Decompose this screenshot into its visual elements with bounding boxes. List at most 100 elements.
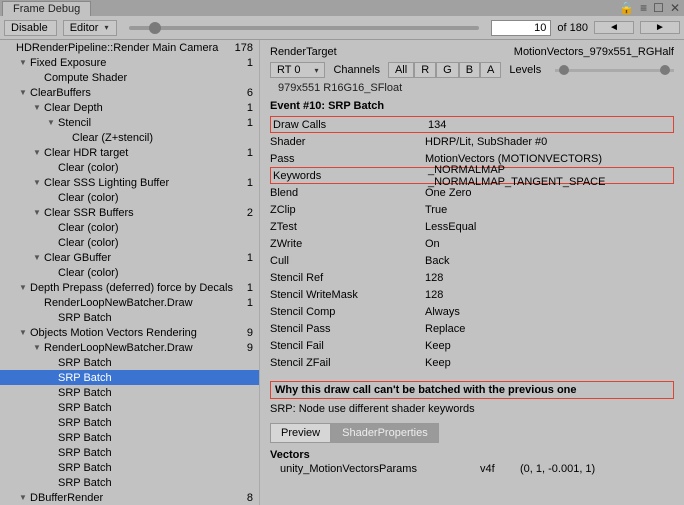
enable-toggle-button[interactable]: Disable bbox=[4, 20, 57, 36]
maximize-icon[interactable]: ☐ bbox=[653, 1, 664, 15]
expand-toggle-icon[interactable]: ▼ bbox=[18, 493, 28, 502]
tree-item[interactable]: SRP Batch bbox=[0, 385, 259, 400]
lock-icon[interactable]: 🔒 bbox=[619, 1, 634, 15]
channel-button-r[interactable]: R bbox=[414, 62, 436, 78]
mode-dropdown[interactable]: Editor ▾ bbox=[63, 20, 118, 36]
tree-item[interactable]: SRP Batch bbox=[0, 445, 259, 460]
tree-item[interactable]: SRP Batch bbox=[0, 430, 259, 445]
slider-thumb[interactable] bbox=[149, 22, 161, 34]
tree-item-label: SRP Batch bbox=[58, 417, 112, 429]
property-row: Draw Calls134 bbox=[270, 116, 674, 133]
expand-toggle-icon[interactable]: ▼ bbox=[32, 343, 42, 352]
tree-item-label: ClearBuffers bbox=[30, 87, 91, 99]
frame-input[interactable] bbox=[491, 20, 551, 36]
property-row: ShaderHDRP/Lit, SubShader #0 bbox=[270, 133, 674, 150]
tree-item-label: SRP Batch bbox=[58, 387, 112, 399]
tree-item-label: Clear (color) bbox=[58, 267, 119, 279]
tree-item[interactable]: ▼Clear GBuffer1 bbox=[0, 250, 259, 265]
expand-toggle-icon[interactable]: ▼ bbox=[32, 148, 42, 157]
menu-icon[interactable]: ≡ bbox=[640, 1, 647, 15]
channel-button-g[interactable]: G bbox=[436, 62, 459, 78]
tree-item[interactable]: HDRenderPipeline::Render Main Camera178 bbox=[0, 40, 259, 55]
tree-item[interactable]: Clear (color) bbox=[0, 160, 259, 175]
expand-toggle-icon[interactable]: ▼ bbox=[32, 208, 42, 217]
tree-item[interactable]: ▼Clear Depth1 bbox=[0, 100, 259, 115]
expand-toggle-icon[interactable]: ▼ bbox=[18, 283, 28, 292]
property-row: ZClipTrue bbox=[270, 201, 674, 218]
window-controls: 🔒 ≡ ☐ ✕ bbox=[619, 1, 682, 15]
levels-slider[interactable] bbox=[555, 69, 674, 72]
property-key: Stencil Ref bbox=[270, 272, 425, 284]
property-value: Back bbox=[425, 255, 674, 267]
tree-item[interactable]: ▼Clear SSR Buffers2 bbox=[0, 205, 259, 220]
property-key: Shader bbox=[270, 136, 425, 148]
tree-item[interactable]: Clear (color) bbox=[0, 220, 259, 235]
property-key: ZTest bbox=[270, 221, 425, 233]
frame-slider[interactable] bbox=[129, 26, 479, 30]
tree-item[interactable]: ▼RenderLoopNewBatcher.Draw9 bbox=[0, 340, 259, 355]
close-icon[interactable]: ✕ bbox=[670, 1, 680, 15]
channel-button-b[interactable]: B bbox=[459, 62, 480, 78]
expand-toggle-icon[interactable]: ▼ bbox=[32, 178, 42, 187]
enable-label: Disable bbox=[11, 22, 48, 34]
tree-item[interactable]: ▼Stencil1 bbox=[0, 115, 259, 130]
tree-item[interactable]: SRP Batch bbox=[0, 355, 259, 370]
channel-button-a[interactable]: A bbox=[480, 62, 501, 78]
property-key: ZClip bbox=[270, 204, 425, 216]
next-frame-button[interactable]: ► bbox=[640, 21, 680, 34]
tree-item[interactable]: Compute Shader bbox=[0, 70, 259, 85]
tree-item[interactable]: ▼Depth Prepass (deferred) force by Decal… bbox=[0, 280, 259, 295]
tree-item[interactable]: RenderLoopNewBatcher.Draw1 bbox=[0, 295, 259, 310]
tree-item-label: SRP Batch bbox=[58, 402, 112, 414]
property-row: Stencil WriteMask128 bbox=[270, 286, 674, 303]
tree-item[interactable]: ▼Objects Motion Vectors Rendering 9 bbox=[0, 325, 259, 340]
rt-dimensions: 979x551 R16G16_SFloat bbox=[278, 82, 674, 94]
rt-dropdown[interactable]: RT 0 ▾ bbox=[270, 62, 325, 78]
channels-label: Channels bbox=[333, 64, 379, 76]
tree-item[interactable]: ▼ClearBuffers6 bbox=[0, 85, 259, 100]
property-value: Keep bbox=[425, 357, 674, 369]
tree-item-label: Clear (color) bbox=[58, 162, 119, 174]
tree-item-count: 178 bbox=[227, 42, 253, 54]
tab-preview[interactable]: Preview bbox=[270, 423, 331, 443]
expand-toggle-icon[interactable]: ▼ bbox=[18, 58, 28, 67]
expand-toggle-icon[interactable]: ▼ bbox=[46, 118, 56, 127]
tree-item[interactable]: Clear (color) bbox=[0, 235, 259, 250]
tree-item-label: SRP Batch bbox=[58, 462, 112, 474]
event-tree[interactable]: HDRenderPipeline::Render Main Camera178▼… bbox=[0, 40, 260, 505]
tab-shaderproperties[interactable]: ShaderProperties bbox=[331, 423, 439, 443]
property-value: 134 bbox=[428, 119, 671, 131]
tree-item[interactable]: SRP Batch bbox=[0, 400, 259, 415]
expand-toggle-icon[interactable]: ▼ bbox=[32, 103, 42, 112]
tree-item-label: Depth Prepass (deferred) force by Decals bbox=[30, 282, 233, 294]
expand-toggle-icon[interactable]: ▼ bbox=[32, 253, 42, 262]
tree-item[interactable]: ▼Fixed Exposure1 bbox=[0, 55, 259, 70]
tree-item[interactable]: ▼Clear SSS Lighting Buffer1 bbox=[0, 175, 259, 190]
tree-item[interactable]: Clear (color) bbox=[0, 265, 259, 280]
tree-item[interactable]: ▼Clear HDR target1 bbox=[0, 145, 259, 160]
window-tab[interactable]: Frame Debug bbox=[2, 1, 91, 16]
tree-item-label: Objects Motion Vectors Rendering bbox=[30, 327, 197, 339]
property-row: ZTestLessEqual bbox=[270, 218, 674, 235]
expand-toggle-icon[interactable]: ▼ bbox=[18, 88, 28, 97]
render-target-value: MotionVectors_979x551_RGHalf bbox=[514, 46, 674, 58]
property-row: Stencil FailKeep bbox=[270, 337, 674, 354]
tree-item[interactable]: SRP Batch bbox=[0, 415, 259, 430]
tree-item[interactable]: SRP Batch bbox=[0, 460, 259, 475]
tree-item-count: 9 bbox=[239, 327, 253, 339]
property-key: Cull bbox=[270, 255, 425, 267]
prev-frame-button[interactable]: ◄ bbox=[594, 21, 634, 34]
chevron-down-icon: ▾ bbox=[314, 66, 318, 75]
property-row: ZWriteOn bbox=[270, 235, 674, 252]
tree-item[interactable]: SRP Batch bbox=[0, 370, 259, 385]
tree-item[interactable]: SRP Batch bbox=[0, 475, 259, 490]
channel-buttons: AllRGBA bbox=[388, 62, 501, 78]
channel-button-all[interactable]: All bbox=[388, 62, 414, 78]
tree-item[interactable]: Clear (color) bbox=[0, 190, 259, 205]
expand-toggle-icon[interactable]: ▼ bbox=[18, 328, 28, 337]
tree-item-count: 1 bbox=[239, 147, 253, 159]
tree-item-count: 1 bbox=[239, 117, 253, 129]
tree-item[interactable]: SRP Batch bbox=[0, 310, 259, 325]
tree-item[interactable]: Clear (Z+stencil) bbox=[0, 130, 259, 145]
tree-item[interactable]: ▼DBufferRender8 bbox=[0, 490, 259, 505]
